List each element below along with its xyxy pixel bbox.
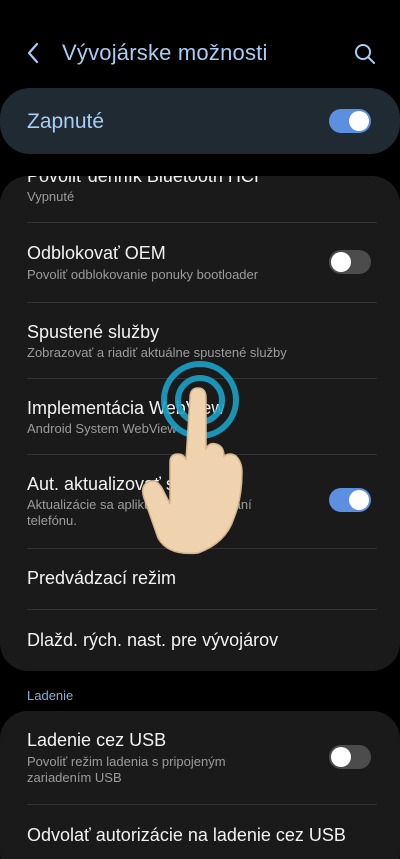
item-title: Dlažd. rých. nast. pre vývojárov [27, 630, 279, 650]
back-button[interactable] [22, 38, 48, 68]
usb-debugging-toggle[interactable] [329, 745, 371, 769]
item-subtitle: Povoliť režim ladenia s pripojeným zaria… [27, 754, 226, 785]
list-item-auto-update[interactable]: Aut. aktualizovať systém Aktualizácie sa… [0, 454, 400, 548]
list-item-bluetooth-hci[interactable]: Povoliť denník Bluetooth HCI Vypnuté [0, 176, 400, 222]
master-switch-bar[interactable]: Zapnuté [0, 88, 400, 154]
chevron-left-icon [27, 42, 39, 64]
section-header-debugging: Ladenie [27, 688, 74, 703]
toggle-knob [349, 490, 369, 510]
list-item-dev-tiles[interactable]: Dlažd. rých. nast. pre vývojárov [0, 609, 400, 671]
master-toggle[interactable] [329, 109, 371, 133]
item-subtitle: Povoliť odblokovanie ponuky bootloader [27, 267, 259, 282]
oem-toggle[interactable] [329, 250, 371, 274]
item-title: Ladenie cez USB [27, 730, 167, 750]
list-item-demo-mode[interactable]: Predvádzací režim [0, 548, 400, 609]
item-title: Aut. aktualizovať systém [27, 474, 223, 494]
app-bar: Vývojárske možnosti [0, 0, 400, 86]
master-switch-label: Zapnuté [27, 110, 105, 133]
list-item-running-services[interactable]: Spustené služby Zobrazovať a riadiť aktu… [0, 302, 400, 378]
toggle-knob [331, 252, 351, 272]
item-title: Odblokovať OEM [27, 243, 166, 263]
list-item-usb-debugging[interactable]: Ladenie cez USB Povoliť režim ladenia s … [0, 711, 400, 804]
item-subtitle: Aktualizácie sa aplikujú po reštartovaní… [27, 497, 252, 528]
debugging-card: Ladenie cez USB Povoliť režim ladenia s … [0, 711, 400, 859]
item-subtitle: Zobrazovať a riadiť aktuálne spustené sl… [27, 345, 287, 360]
list-item-webview[interactable]: Implementácia WebView Android System Web… [0, 378, 400, 454]
auto-update-toggle[interactable] [329, 488, 371, 512]
item-title: Predvádzací režim [27, 568, 177, 588]
page-title: Vývojárske možnosti [62, 40, 268, 65]
item-subtitle: Android System WebView [27, 421, 177, 436]
search-button[interactable] [352, 41, 378, 67]
toggle-knob [331, 747, 351, 767]
item-title: Povoliť denník Bluetooth HCI [27, 176, 259, 186]
settings-card: Povoliť denník Bluetooth HCI Vypnuté Odb… [0, 176, 400, 671]
item-subtitle: Vypnuté [27, 189, 75, 204]
search-icon [355, 44, 375, 64]
item-title: Odvolať autorizácie na ladenie cez USB [27, 825, 346, 845]
list-item-oem-unlock[interactable]: Odblokovať OEM Povoliť odblokovanie ponu… [0, 222, 400, 302]
toggle-knob [349, 111, 369, 131]
list-item-revoke-usb-auth[interactable]: Odvolať autorizácie na ladenie cez USB [0, 804, 400, 859]
item-title: Spustené služby [27, 322, 160, 342]
item-title: Implementácia WebView [27, 398, 225, 418]
